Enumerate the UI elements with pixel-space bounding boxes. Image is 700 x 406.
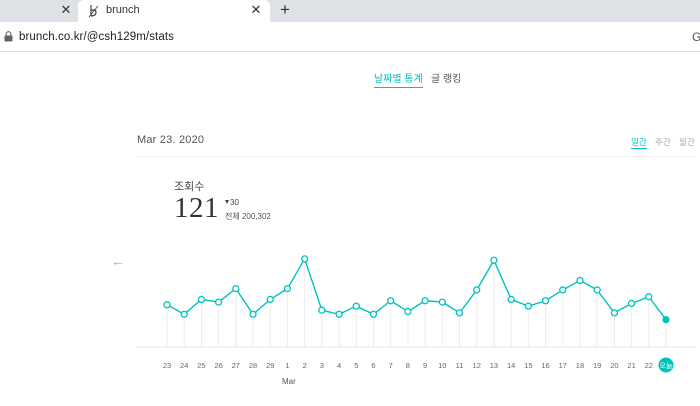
x-tick-label: 9 — [423, 361, 427, 370]
data-point — [524, 302, 532, 310]
data-point — [352, 302, 360, 310]
data-point — [541, 297, 550, 305]
data-point — [421, 297, 429, 305]
data-point — [473, 286, 481, 294]
x-tick-label: 21 — [627, 361, 635, 370]
x-tick-label: 10 — [438, 361, 446, 370]
data-point — [335, 310, 343, 318]
data-point — [369, 310, 378, 318]
x-tick-label: 1 — [285, 361, 289, 370]
x-tick-label: 18 — [576, 361, 584, 370]
data-point-selected — [662, 315, 670, 324]
x-tick-label: 3 — [320, 361, 324, 370]
x-tick-label: 26 — [214, 361, 222, 370]
x-tick-label: 15 — [524, 361, 532, 370]
x-tick-label: 8 — [406, 361, 410, 370]
x-tick-label: 14 — [507, 361, 515, 370]
x-tick-label: 24 — [180, 361, 188, 370]
x-tick-label: 12 — [473, 361, 481, 370]
data-point — [180, 310, 188, 318]
data-point — [404, 307, 412, 316]
data-point — [214, 298, 223, 306]
x-tick-label: 29 — [266, 361, 274, 370]
x-tick-label: 7 — [389, 361, 393, 370]
data-point — [593, 286, 601, 294]
x-tick-label-today: 오늘 — [660, 362, 673, 370]
x-tick-label: 13 — [490, 361, 498, 370]
data-point — [576, 276, 584, 285]
data-point — [232, 284, 240, 293]
x-tick-label: 4 — [337, 361, 341, 370]
x-tick-label: 27 — [232, 361, 240, 370]
data-point — [163, 301, 171, 309]
x-tick-label: 28 — [249, 361, 257, 370]
data-point — [507, 295, 515, 304]
x-tick-label: 20 — [610, 361, 618, 370]
data-point — [387, 297, 395, 305]
data-point — [438, 298, 446, 306]
data-point — [610, 309, 619, 317]
data-point — [559, 286, 567, 294]
x-tick-label: 6 — [371, 361, 375, 370]
x-tick-label: 17 — [559, 361, 567, 370]
x-tick-label: 5 — [354, 361, 358, 370]
x-tick-label: 11 — [456, 361, 464, 370]
data-point — [283, 284, 292, 293]
data-point — [249, 310, 257, 318]
data-point — [645, 293, 653, 301]
x-tick-label: 22 — [645, 361, 653, 370]
x-tick-label: 19 — [593, 361, 601, 370]
axis-month-label: Mar — [282, 377, 296, 386]
x-tick-label: 2 — [303, 361, 307, 370]
data-point — [318, 306, 326, 314]
data-point — [301, 255, 309, 263]
data-point — [455, 309, 464, 317]
data-point — [197, 295, 206, 304]
x-tick-label: 23 — [163, 361, 171, 370]
x-tick-label: 25 — [197, 361, 205, 370]
data-point — [490, 256, 498, 264]
views-line-chart: 23 24 25 26 27 28 29 1 2 3 4 5 6 7 8 9 10 11 12 13 14 15 16 17 1… — [137, 255, 695, 373]
series-line — [166, 257, 667, 321]
data-point — [627, 299, 636, 308]
data-point — [266, 295, 274, 304]
x-tick-label: 16 — [541, 361, 549, 370]
